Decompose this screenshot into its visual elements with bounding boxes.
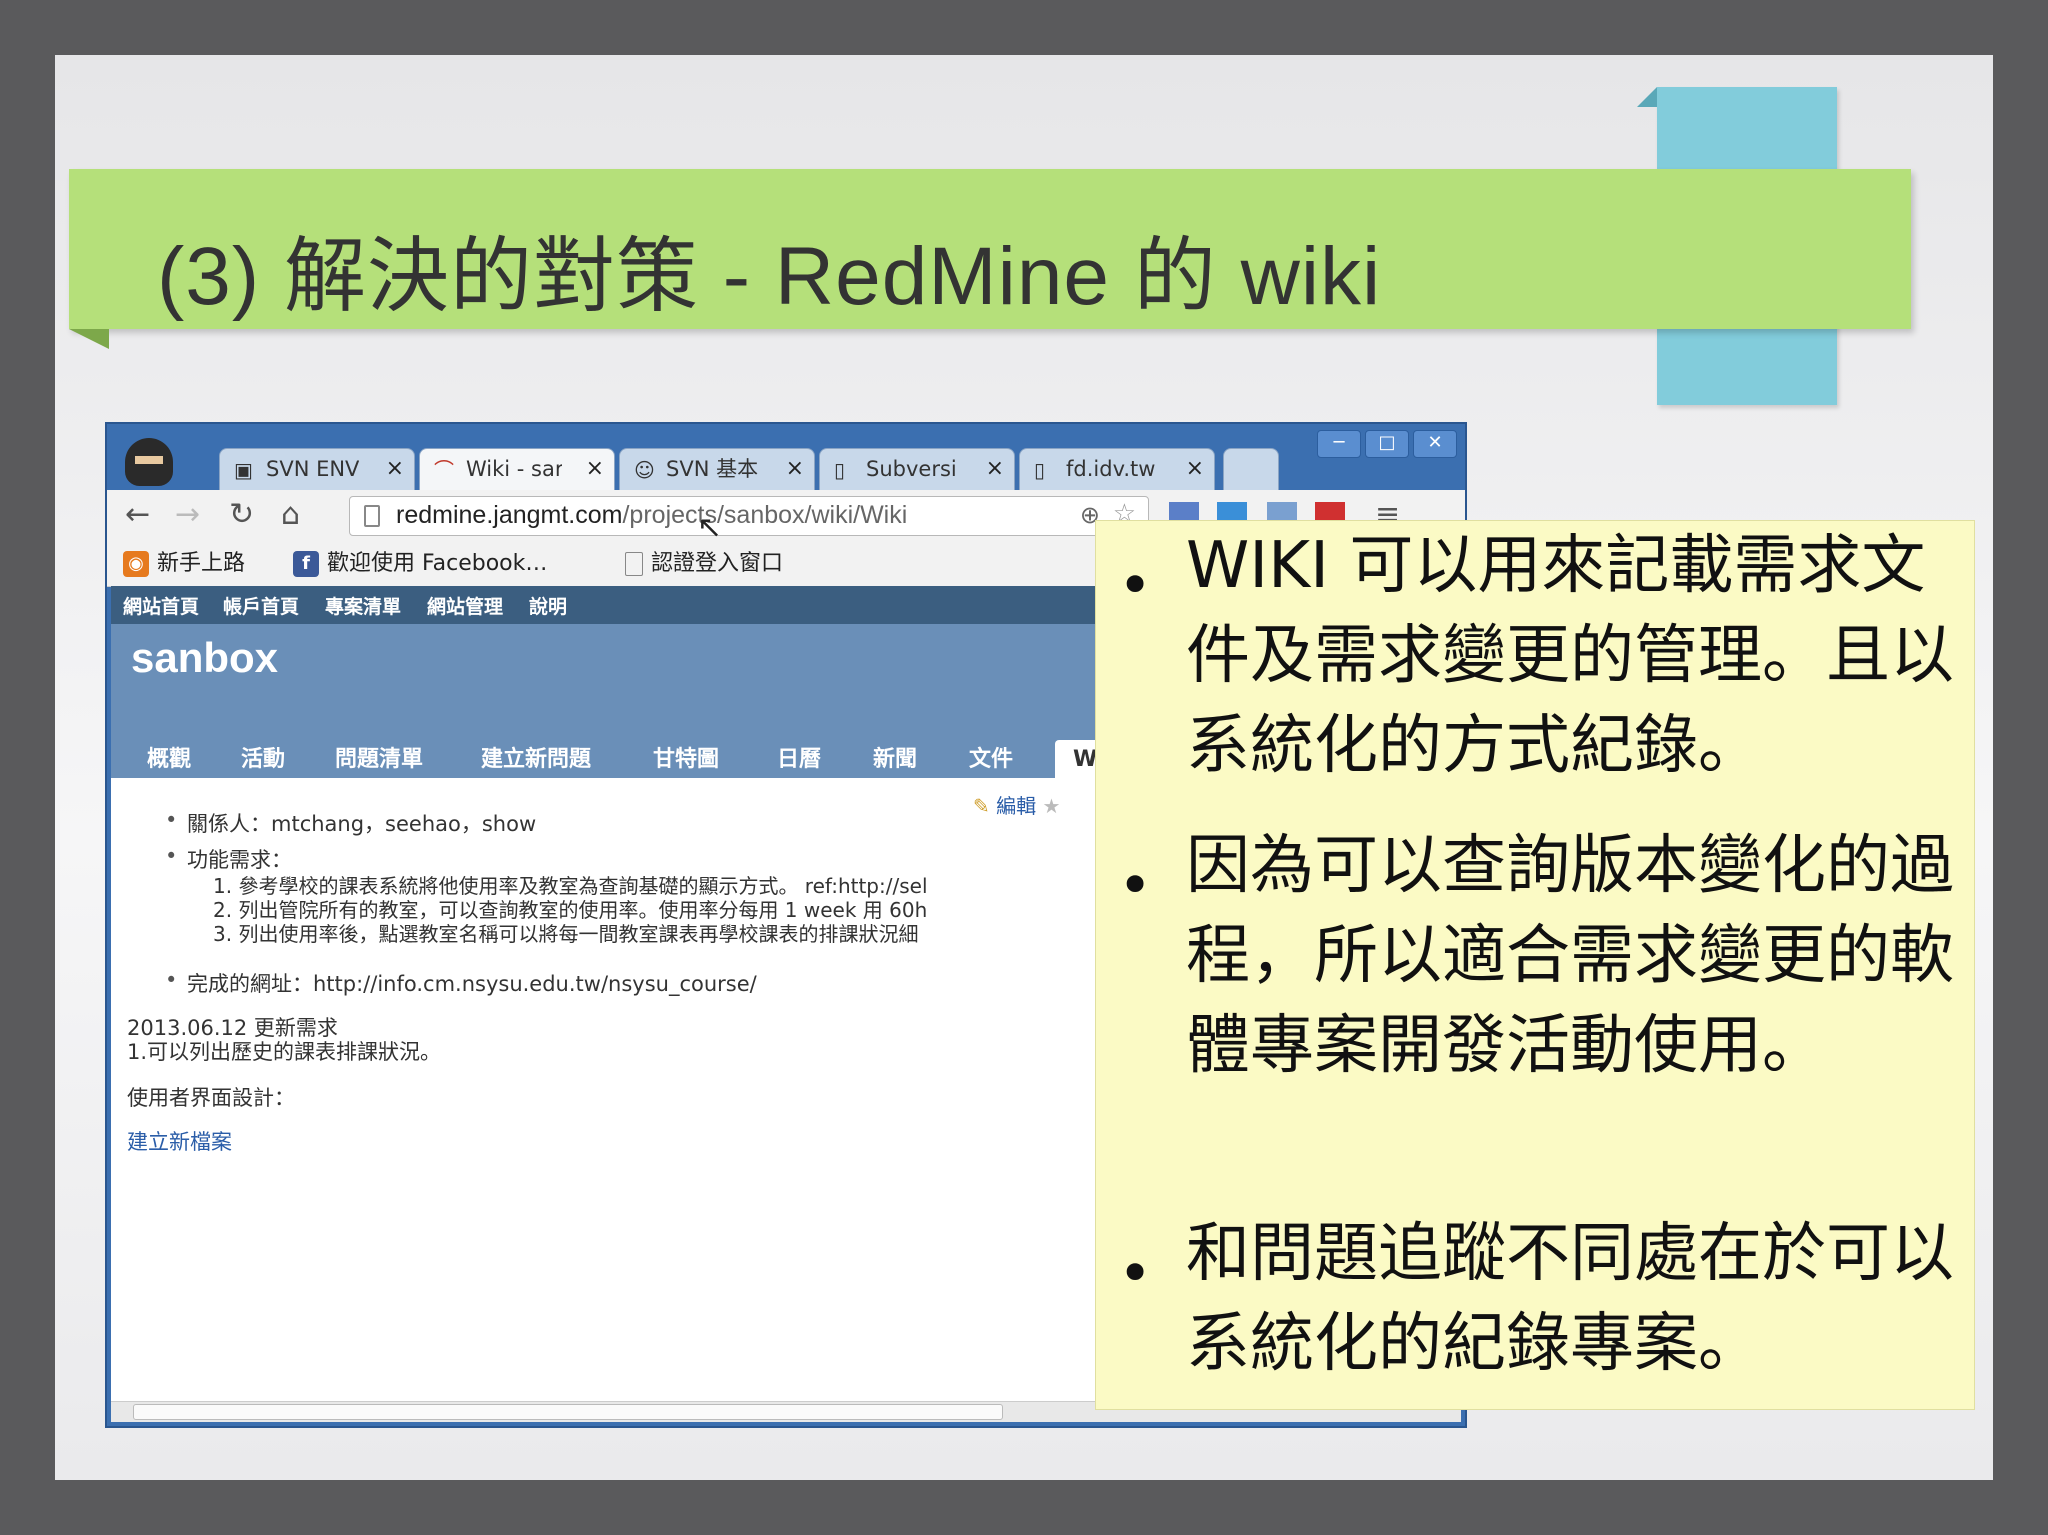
tab-strip: ▣ SVN ENV × ⌒ Wiki - sar × ☺ SVN 基本 × ▯ … — [107, 424, 1465, 492]
project-tab-documents[interactable]: 文件 — [969, 740, 1013, 778]
bullet-icon: • — [1118, 851, 1153, 919]
callout-point: 因為可以查詢版本變化的過程，所以適合需求變更的軟體專案開發活動使用。 — [1186, 829, 1954, 1083]
update-item: 1.可以列出歷史的課表排課狀況。 — [127, 1040, 442, 1064]
edit-link[interactable]: ✎ 編輯 ★ — [973, 790, 1060, 819]
avatar-icon: ☺ — [634, 458, 655, 482]
ui-design-label: 使用者界面設計： — [127, 1086, 295, 1110]
address-bar[interactable]: redmine.jangmt.com/projects/sanbox/wiki/… — [349, 496, 1149, 536]
site-url: 完成的網址：http://info.cm.nsysu.edu.tw/nsysu_… — [165, 968, 757, 998]
top-menu-help[interactable]: 說明 — [529, 592, 567, 619]
callout-box: • WIKI 可以用來記載需求文件及需求變更的管理。且以系統化的方式紀錄。 • … — [1095, 520, 1975, 1410]
minimize-button[interactable]: ─ — [1317, 430, 1361, 458]
tab-label: fd.idv.tw — [1066, 457, 1156, 481]
requirement-item: 3. 列出使用率後，點選教室名稱可以將每一間教室課表再學校課表的排課狀況細 — [213, 922, 919, 946]
reload-icon[interactable]: ↻ — [229, 498, 254, 532]
title-band: (3) 解決的對策 - RedMine 的 wiki — [69, 169, 1911, 349]
related-people: 關係人：mtchang，seehao，show — [165, 808, 536, 838]
close-icon[interactable]: × — [786, 449, 804, 489]
mouse-cursor-icon: ↖ — [697, 510, 723, 545]
slide-title: (3) 解決的對策 - RedMine 的 wiki — [157, 231, 1382, 322]
new-file-link[interactable]: 建立新檔案 — [127, 1126, 232, 1156]
top-menu-admin[interactable]: 網站管理 — [427, 592, 503, 619]
close-icon[interactable]: × — [386, 449, 404, 489]
page-icon: ▯ — [834, 458, 846, 482]
maximize-button[interactable]: □ — [1365, 430, 1409, 458]
edit-label: 編輯 — [996, 794, 1037, 818]
top-menu-projects[interactable]: 專案清單 — [325, 592, 401, 619]
tab-label: SVN 基本 — [666, 457, 759, 481]
camera-icon: ▣ — [234, 458, 253, 482]
forward-arrow-icon[interactable]: → — [175, 498, 200, 532]
callout-point: WIKI 可以用來記載需求文件及需求變更的管理。且以系統化的方式紀錄。 — [1186, 529, 1954, 783]
redmine-icon: ⌒ — [434, 458, 454, 482]
back-arrow-icon[interactable]: ← — [125, 498, 150, 532]
tab-subversion[interactable]: ▯ Subversi × — [819, 448, 1015, 490]
bookmark-item[interactable]: 認證登入窗口 — [625, 550, 783, 578]
callout-point: 和問題追蹤不同處在於可以系統化的紀錄專案。 — [1186, 1217, 1954, 1381]
star-icon[interactable]: ★ — [1042, 794, 1060, 818]
url-host: redmine.jangmt.com — [396, 501, 623, 529]
window-close-button[interactable]: ✕ — [1413, 430, 1457, 458]
project-tab-news[interactable]: 新聞 — [873, 740, 917, 778]
project-tab-overview[interactable]: 概觀 — [147, 740, 191, 778]
url-path: /projects/sanbox/wiki/Wiki — [622, 501, 908, 529]
close-icon[interactable]: × — [586, 449, 604, 489]
tab-svn-basic[interactable]: ☺ SVN 基本 × — [619, 448, 815, 490]
new-tab-button[interactable] — [1223, 448, 1279, 490]
bookmark-label: 新手上路 — [157, 551, 246, 576]
tab-fd-idv[interactable]: ▯ fd.idv.tw × — [1019, 448, 1215, 490]
project-name: sanbox — [131, 634, 279, 681]
bookmark-label: 認證登入窗口 — [651, 551, 784, 576]
home-icon[interactable]: ⌂ — [281, 498, 300, 532]
tab-svn-env[interactable]: ▣ SVN ENV × — [219, 448, 415, 490]
pencil-icon: ✎ — [973, 794, 990, 818]
tab-label: SVN ENV — [266, 457, 360, 481]
page-icon — [625, 552, 643, 576]
bookmark-label: 歡迎使用 Facebook… — [327, 551, 548, 576]
project-tab-issues[interactable]: 問題清單 — [335, 740, 423, 778]
page-icon: ▯ — [1034, 458, 1046, 482]
bookmark-item[interactable]: f 歡迎使用 Facebook… — [293, 550, 547, 578]
project-tab-gantt[interactable]: 甘特圖 — [653, 740, 719, 778]
top-menu-my-page[interactable]: 帳戶首頁 — [223, 592, 299, 619]
close-icon[interactable]: × — [986, 449, 1004, 489]
project-tab-activity[interactable]: 活動 — [241, 740, 285, 778]
bookmark-item[interactable]: ◉ 新手上路 — [123, 550, 245, 578]
bullet-icon: • — [1118, 1239, 1153, 1307]
project-tab-calendar[interactable]: 日曆 — [777, 740, 821, 778]
tab-wiki[interactable]: ⌒ Wiki - sar × — [419, 448, 615, 490]
top-menu-home[interactable]: 網站首頁 — [123, 592, 199, 619]
ninja-avatar-icon — [125, 438, 173, 486]
close-icon[interactable]: × — [1186, 449, 1204, 489]
page-icon — [364, 505, 380, 527]
facebook-icon: f — [293, 551, 319, 577]
tab-label: Wiki - sar — [466, 457, 562, 481]
firefox-icon: ◉ — [123, 551, 149, 577]
bullet-icon: • — [1118, 551, 1153, 619]
url-text: redmine.jangmt.com/projects/sanbox/wiki/… — [396, 501, 907, 530]
tab-label: Subversi — [866, 457, 957, 481]
scrollbar-thumb[interactable] — [133, 1404, 1003, 1420]
project-tab-new-issue[interactable]: 建立新問題 — [481, 740, 591, 778]
